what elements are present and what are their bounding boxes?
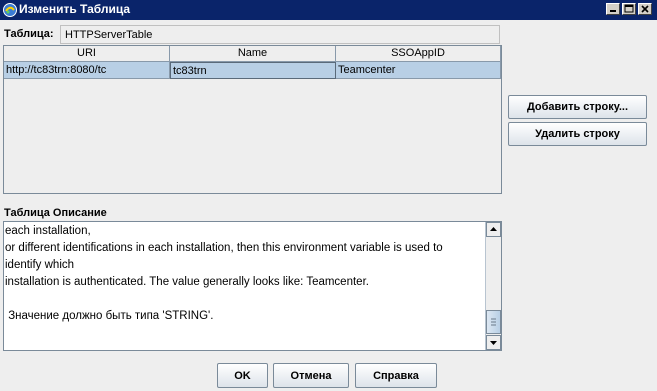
cell-name[interactable]: tc83trn xyxy=(170,62,336,79)
grid-header: URI Name SSOAppID xyxy=(4,46,501,62)
ok-button[interactable]: OK xyxy=(217,363,268,388)
scroll-up-icon[interactable] xyxy=(486,222,501,237)
table-name-field: HTTPServerTable xyxy=(60,25,500,44)
column-header-name[interactable]: Name xyxy=(170,46,336,62)
table-label: Таблица: xyxy=(4,28,54,40)
title-bar: Изменить Таблица xyxy=(0,0,657,20)
maximize-icon[interactable] xyxy=(622,3,636,15)
description-line: each installation, xyxy=(5,225,91,237)
description-line: installation is authenticated. The value… xyxy=(5,276,369,288)
cell-ssoappid[interactable]: Teamcenter xyxy=(336,62,501,79)
description-line: Значение должно быть типа 'STRING'. xyxy=(5,310,214,322)
description-textarea[interactable]: each installation, or different identifi… xyxy=(3,221,502,351)
table-grid[interactable]: URI Name SSOAppID http://tc83trn:8080/tc… xyxy=(3,45,502,194)
help-button[interactable]: Справка xyxy=(355,363,437,388)
description-text: each installation, or different identifi… xyxy=(5,223,485,325)
description-line: identify which xyxy=(5,259,75,271)
column-header-uri[interactable]: URI xyxy=(4,46,170,62)
description-line: or different identifications in each ins… xyxy=(5,242,443,254)
close-icon[interactable] xyxy=(638,3,652,15)
table-row[interactable]: http://tc83trn:8080/tc tc83trn Teamcente… xyxy=(4,62,501,79)
window-title: Изменить Таблица xyxy=(19,2,131,16)
description-scrollbar[interactable] xyxy=(485,222,501,350)
description-label: Таблица Описание xyxy=(4,207,107,219)
cell-uri[interactable]: http://tc83trn:8080/tc xyxy=(4,62,170,79)
scroll-down-icon[interactable] xyxy=(486,335,501,350)
minimize-icon[interactable] xyxy=(606,3,620,15)
scroll-thumb[interactable] xyxy=(486,310,501,334)
app-icon xyxy=(2,2,18,18)
column-header-ssoappid[interactable]: SSOAppID xyxy=(336,46,501,62)
cancel-button[interactable]: Отмена xyxy=(273,363,349,388)
add-row-button[interactable]: Добавить строку... xyxy=(508,95,647,119)
description-line xyxy=(5,291,485,308)
delete-row-button[interactable]: Удалить строку xyxy=(508,122,647,146)
